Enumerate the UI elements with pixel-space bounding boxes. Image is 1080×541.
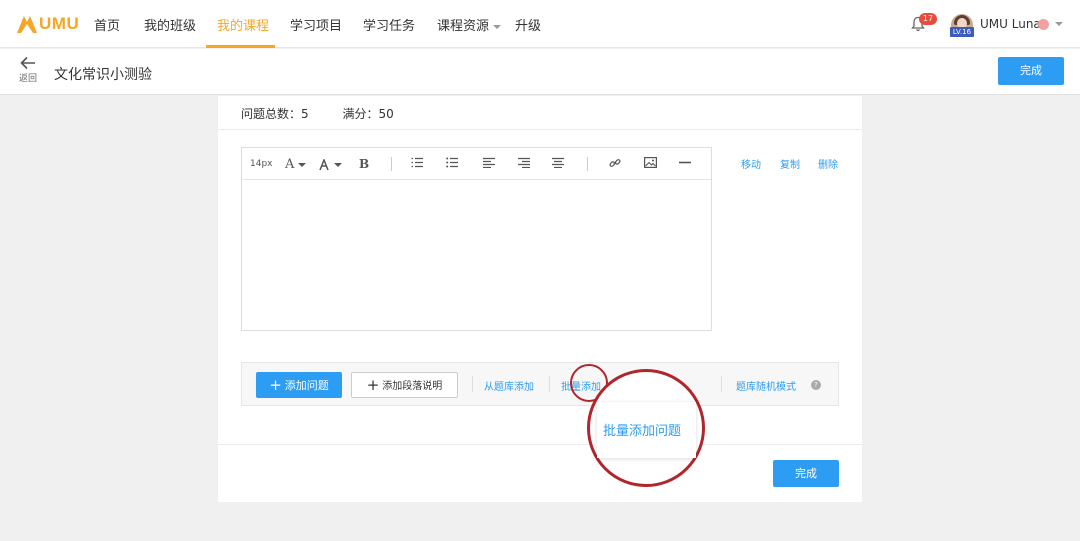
- page-title: 文化常识小测验: [54, 67, 152, 83]
- nav-my-courses[interactable]: 我的课程: [217, 15, 269, 34]
- level-badge: LV.16: [950, 27, 974, 37]
- separator: [721, 376, 722, 392]
- plus-icon: +: [269, 376, 282, 394]
- logo-text: UMU: [39, 14, 80, 33]
- nav-upgrade[interactable]: 升级: [515, 15, 541, 34]
- horizontal-rule-icon[interactable]: [679, 157, 691, 171]
- vip-icon: [1038, 19, 1049, 30]
- divider: [218, 444, 862, 445]
- quiz-summary: 问题总数：5 满分：50: [241, 105, 424, 122]
- toolbar-separator: [587, 157, 588, 171]
- notification-badge: 17: [919, 13, 937, 25]
- help-icon[interactable]: ?: [811, 380, 821, 390]
- total-score: 满分：50: [342, 107, 394, 121]
- rich-text-editor[interactable]: 14px A B: [241, 147, 712, 331]
- arrow-left-icon: [20, 56, 35, 70]
- logo-icon: [16, 14, 38, 34]
- link-icon[interactable]: [609, 157, 621, 172]
- divider: [218, 129, 862, 130]
- question-count: 问题总数：5: [241, 107, 309, 121]
- toolbar-separator: [391, 157, 392, 171]
- random-mode-link[interactable]: 题库随机模式: [736, 378, 796, 393]
- add-question-button[interactable]: + 添加问题: [256, 372, 342, 398]
- nav-active-indicator: [206, 45, 275, 48]
- font-color-icon[interactable]: A: [285, 157, 307, 172]
- sub-header: [0, 49, 1080, 95]
- editor-toolbar: 14px A B: [242, 148, 711, 180]
- user-name[interactable]: UMU Luna: [980, 17, 1041, 31]
- delete-question-link[interactable]: 删除: [818, 156, 838, 171]
- done-button-bottom[interactable]: 完成: [773, 460, 839, 487]
- ordered-list-icon[interactable]: [411, 157, 423, 171]
- image-icon[interactable]: [644, 157, 658, 171]
- umu-logo[interactable]: UMU: [16, 12, 79, 36]
- nav-learning-projects[interactable]: 学习项目: [290, 15, 342, 34]
- chevron-down-icon: [493, 24, 502, 29]
- plus-icon: +: [366, 376, 380, 394]
- nav-course-resources-label: 课程资源: [437, 19, 490, 34]
- align-right-icon[interactable]: [518, 157, 530, 171]
- nav-learning-tasks[interactable]: 学习任务: [363, 15, 415, 34]
- bold-icon[interactable]: B: [359, 157, 369, 171]
- back-label: 返回: [18, 74, 37, 84]
- copy-question-link[interactable]: 复制: [780, 156, 800, 171]
- add-question-label: 添加问题: [284, 379, 329, 392]
- bullet-list-icon[interactable]: [446, 157, 458, 171]
- font-size-select[interactable]: 14px: [250, 159, 273, 169]
- move-question-link[interactable]: 移动: [741, 156, 761, 171]
- add-from-bank-link[interactable]: 从题库添加: [484, 378, 534, 393]
- user-menu-chevron-icon[interactable]: [1055, 22, 1063, 26]
- nav-home[interactable]: 首页: [94, 15, 120, 34]
- align-left-icon[interactable]: [483, 157, 495, 171]
- separator: [549, 376, 550, 392]
- align-center-icon[interactable]: [552, 157, 564, 171]
- add-paragraph-label: 添加段落说明: [382, 381, 443, 392]
- add-paragraph-button[interactable]: + 添加段落说明: [351, 372, 458, 398]
- separator: [472, 376, 473, 392]
- nav-my-classes[interactable]: 我的班级: [144, 15, 196, 34]
- back-button[interactable]: 返回: [17, 56, 39, 84]
- batch-add-question-option[interactable]: 批量添加问题: [603, 420, 681, 439]
- done-button-top[interactable]: 完成: [998, 57, 1064, 85]
- highlight-color-icon[interactable]: [318, 157, 342, 171]
- nav-course-resources[interactable]: 课程资源: [437, 15, 502, 34]
